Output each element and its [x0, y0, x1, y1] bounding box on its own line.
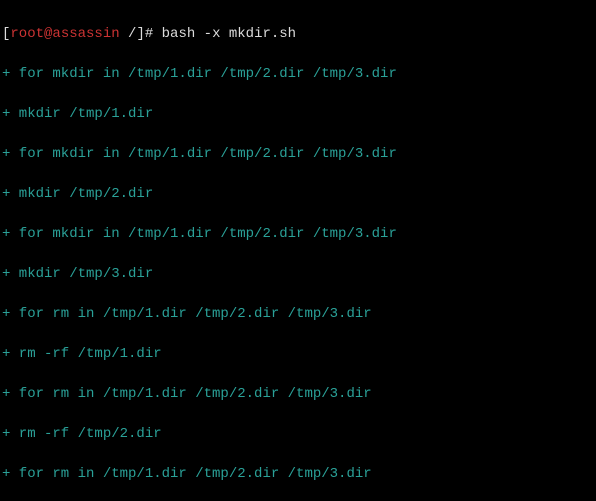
bracket: ] — [136, 26, 144, 42]
trace-line: + for rm in /tmp/1.dir /tmp/2.dir /tmp/3… — [2, 384, 594, 404]
prompt-line-1: [root@assassin /]# bash -x mkdir.sh — [2, 24, 594, 44]
prompt-user: root@assassin — [10, 26, 119, 42]
prompt-hash: # — [145, 26, 162, 42]
trace-line: + for rm in /tmp/1.dir /tmp/2.dir /tmp/3… — [2, 464, 594, 484]
terminal[interactable]: [root@assassin /]# bash -x mkdir.sh + fo… — [0, 0, 596, 501]
prompt-path: / — [120, 26, 137, 42]
trace-line: + mkdir /tmp/3.dir — [2, 264, 594, 284]
trace-line: + mkdir /tmp/1.dir — [2, 104, 594, 124]
trace-line: + rm -rf /tmp/1.dir — [2, 344, 594, 364]
command-1: bash -x mkdir.sh — [162, 26, 296, 42]
trace-line: + mkdir /tmp/2.dir — [2, 184, 594, 204]
trace-line: + for mkdir in /tmp/1.dir /tmp/2.dir /tm… — [2, 64, 594, 84]
trace-line: + for mkdir in /tmp/1.dir /tmp/2.dir /tm… — [2, 224, 594, 244]
trace-line: + rm -rf /tmp/2.dir — [2, 424, 594, 444]
trace-line: + for rm in /tmp/1.dir /tmp/2.dir /tmp/3… — [2, 304, 594, 324]
trace-line: + for mkdir in /tmp/1.dir /tmp/2.dir /tm… — [2, 144, 594, 164]
